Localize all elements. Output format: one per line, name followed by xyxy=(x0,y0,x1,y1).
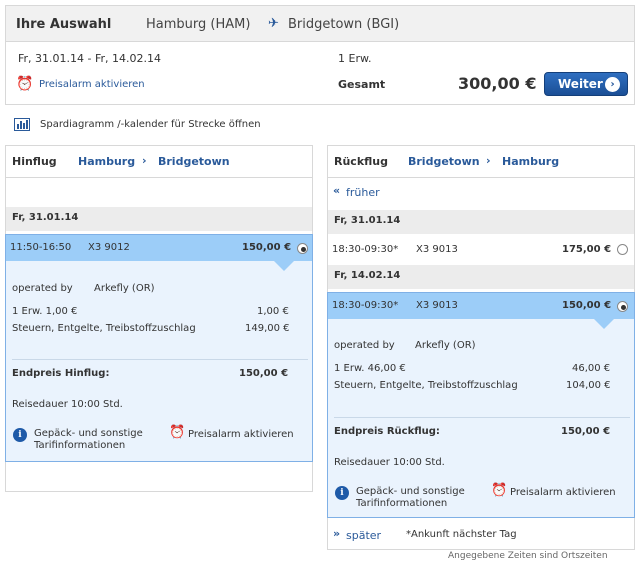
taxes-value: 149,00 € xyxy=(245,323,290,334)
return-flight-row-1[interactable]: 18:30-09:30* X3 9013 175,00 € xyxy=(328,236,634,262)
alarm-clock-icon: ⏰ xyxy=(169,425,186,440)
outbound-title: Hinflug xyxy=(12,155,57,168)
flight-time: 18:30-09:30* xyxy=(332,300,399,311)
taxes-label: Steuern, Entgelte, Treibstoffzuschlag xyxy=(12,323,196,334)
operator-name: Arkefly (OR) xyxy=(94,283,155,294)
flight-number: X3 9013 xyxy=(416,244,458,255)
travel-dates: Fr, 31.01.14 - Fr, 14.02.14 xyxy=(18,52,162,65)
passenger-count: 1 Erw. xyxy=(338,52,372,65)
bar-chart-icon xyxy=(14,118,30,131)
flight-radio[interactable] xyxy=(617,301,628,312)
flight-number: X3 9012 xyxy=(88,242,130,253)
continue-button-label: Weiter xyxy=(558,77,603,91)
flight-number: X3 9013 xyxy=(416,300,458,311)
outbound-selected-flight[interactable]: 11:50-16:50 X3 9012 150,00 € operated by… xyxy=(5,234,313,462)
operated-by-label: operated by xyxy=(334,340,395,351)
outbound-from: Hamburg xyxy=(78,155,136,168)
return-from: Bridgetown xyxy=(408,155,480,168)
chevron-right-icon: › xyxy=(142,154,147,167)
outbound-price-alert-link[interactable]: Preisalarm aktivieren xyxy=(188,429,294,440)
plane-icon: ✈ xyxy=(268,16,279,31)
endprice-value: 150,00 € xyxy=(239,368,289,379)
return-flight-row-2[interactable]: 18:30-09:30* X3 9013 150,00 € xyxy=(328,293,634,329)
outbound-header: Hinflug Hamburg › Bridgetown xyxy=(5,145,313,178)
duration-text: Reisedauer 10:00 Std. xyxy=(334,457,445,468)
operated-by-label: operated by xyxy=(12,283,73,294)
divider xyxy=(334,417,630,418)
divider xyxy=(12,359,308,360)
savings-calendar-link[interactable]: Spardiagramm /-kalender für Strecke öffn… xyxy=(40,119,261,130)
selection-pointer xyxy=(274,261,294,271)
chevron-right-icon: › xyxy=(486,154,491,167)
operator-name: Arkefly (OR) xyxy=(415,340,476,351)
arrival-note: *Ankunft nächster Tag xyxy=(406,529,517,540)
double-chevron-down-icon: » xyxy=(333,527,341,540)
return-price-alert-link[interactable]: Preisalarm aktivieren xyxy=(510,487,616,498)
flight-time: 18:30-09:30* xyxy=(332,244,399,255)
return-title: Rückflug xyxy=(334,155,388,168)
total-price: 300,00 € xyxy=(458,74,537,93)
info-icon: i xyxy=(13,428,27,442)
destination-label: Bridgetown (BGI) xyxy=(288,17,400,32)
fare-label: 1 Erw. 46,00 € xyxy=(334,363,406,374)
flight-price: 150,00 € xyxy=(562,300,612,311)
duration-text: Reisedauer 10:00 Std. xyxy=(12,399,123,410)
endprice-label: Endpreis Rückflug: xyxy=(334,426,440,437)
endprice-value: 150,00 € xyxy=(561,426,611,437)
origin-label: Hamburg (HAM) xyxy=(146,17,251,32)
selection-header: Ihre Auswahl Hamburg (HAM) ✈ Bridgetown … xyxy=(5,5,635,41)
fare-label: 1 Erw. 1,00 € xyxy=(12,306,78,317)
return-header: Rückflug Bridgetown › Hamburg xyxy=(327,145,635,178)
selection-title: Ihre Auswahl xyxy=(16,17,112,32)
alarm-clock-icon: ⏰ xyxy=(491,483,508,498)
fare-value: 46,00 € xyxy=(572,363,611,374)
selection-pointer xyxy=(594,319,614,329)
flight-radio[interactable] xyxy=(617,244,628,255)
double-chevron-up-icon: « xyxy=(333,184,341,197)
outbound-date-header: Fr, 31.01.14 xyxy=(6,207,312,231)
price-alert-link[interactable]: Preisalarm aktivieren xyxy=(39,79,145,90)
return-date-header-1: Fr, 31.01.14 xyxy=(328,210,634,234)
timezone-note: Angegebene Zeiten sind Ortszeiten xyxy=(448,551,608,561)
baggage-info-link[interactable]: Gepäck- und sonstige Tarifinformationen xyxy=(356,486,486,510)
taxes-label: Steuern, Entgelte, Treibstoffzuschlag xyxy=(334,380,518,391)
selection-summary: Fr, 31.01.14 - Fr, 14.02.14 1 Erw. ⏰ Pre… xyxy=(5,41,635,105)
return-date-header-2: Fr, 14.02.14 xyxy=(328,265,634,289)
outbound-flight-row[interactable]: 11:50-16:50 X3 9012 150,00 € xyxy=(6,235,312,271)
chevron-right-icon: › xyxy=(605,77,620,92)
baggage-info-link[interactable]: Gepäck- und sonstige Tarifinformationen xyxy=(34,428,164,452)
return-selected-flight[interactable]: 18:30-09:30* X3 9013 150,00 € operated b… xyxy=(327,292,635,518)
outbound-to: Bridgetown xyxy=(158,155,230,168)
total-label: Gesamt xyxy=(338,78,386,91)
taxes-value: 104,00 € xyxy=(566,380,611,391)
later-link[interactable]: später xyxy=(346,529,381,542)
flight-price: 150,00 € xyxy=(242,242,292,253)
flight-time: 11:50-16:50 xyxy=(10,242,72,253)
fare-value: 1,00 € xyxy=(257,306,289,317)
alarm-clock-icon: ⏰ xyxy=(16,76,34,92)
earlier-link[interactable]: früher xyxy=(346,186,380,199)
info-icon: i xyxy=(335,486,349,500)
continue-button[interactable]: Weiter › xyxy=(544,72,628,96)
endprice-label: Endpreis Hinflug: xyxy=(12,368,110,379)
flight-radio[interactable] xyxy=(297,243,308,254)
flight-price: 175,00 € xyxy=(562,244,612,255)
return-to: Hamburg xyxy=(502,155,560,168)
